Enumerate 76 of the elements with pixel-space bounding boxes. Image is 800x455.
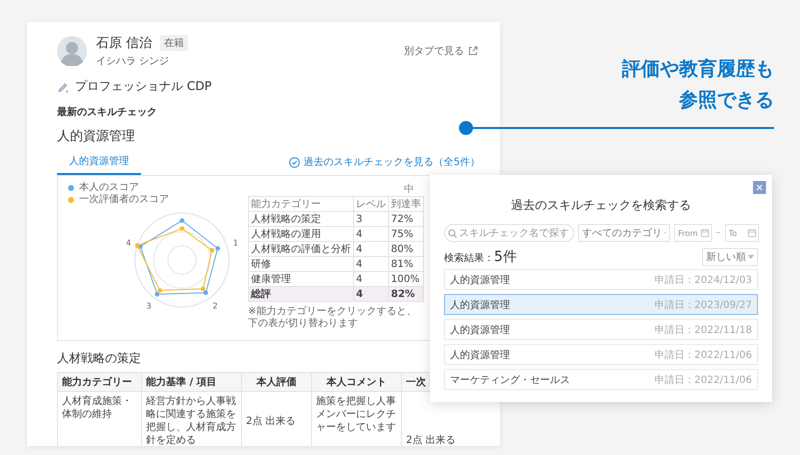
- sort-select[interactable]: 新しい順: [702, 248, 758, 266]
- column-header: 本人コメント: [312, 372, 402, 392]
- table-cell[interactable]: 人材戦略の策定: [248, 212, 354, 226]
- past-checks-link[interactable]: 過去のスキルチェックを見る（全5件）: [288, 155, 480, 169]
- result-name: 人的資源管理: [450, 274, 510, 286]
- result-item[interactable]: マーケティング・セールス 申請日：2022/11/06: [444, 369, 758, 390]
- table-cell[interactable]: 人材戦略の評価と分析: [248, 242, 354, 256]
- employee-name: 石原 信治: [96, 35, 152, 52]
- result-date: 申請日：2022/11/18: [654, 324, 752, 336]
- check-circle-icon: [288, 156, 300, 168]
- avatar-icon: [57, 36, 87, 66]
- detail-title: 人材戦略の策定: [57, 350, 141, 367]
- date-separator: –: [716, 228, 720, 238]
- column-header: 本人評価: [242, 372, 312, 392]
- close-button[interactable]: [753, 181, 766, 194]
- name-reading: イシハラ シンジ: [96, 55, 170, 68]
- results-count: 5件: [494, 248, 517, 266]
- axis-label: 4: [126, 238, 131, 248]
- close-icon: [756, 184, 763, 191]
- table-note: ※能力カテゴリーをクリックすると、下の表が切り替わります: [248, 306, 418, 330]
- result-item[interactable]: 人的資源管理 申請日：2023/09/27: [444, 294, 758, 315]
- pencil-icon: [57, 80, 69, 92]
- table-cell: 82%: [388, 286, 424, 302]
- table-cell: 4: [354, 242, 388, 256]
- legend-label: 一次評価者のスコア: [79, 194, 169, 205]
- section-label: 最新のスキルチェック: [57, 105, 158, 119]
- open-in-tab-link[interactable]: 別タブで見る: [404, 44, 478, 58]
- result-item[interactable]: 人的資源管理 申請日：2022/11/18: [444, 319, 758, 340]
- table-cell: 81%: [388, 256, 424, 272]
- legend-label: 本人のスコア: [79, 182, 139, 193]
- table-cell: 4: [354, 286, 388, 302]
- column-header: 能力カテゴリー: [248, 196, 354, 212]
- modal-title: 過去のスキルチェックを検索する: [510, 197, 692, 214]
- axis-label: 3: [146, 302, 152, 311]
- callout-text: 参照できる: [679, 88, 774, 113]
- column-header: 能力基準 / 項目: [142, 372, 242, 392]
- tab[interactable]: 人的資源管理: [57, 150, 141, 175]
- table-cell: 80%: [388, 242, 424, 256]
- result-date: 申請日：2022/11/06: [654, 374, 752, 386]
- caret-icon: [748, 255, 754, 259]
- result-name: 人的資源管理: [450, 324, 510, 336]
- program-title: プロフェッショナル CDP: [75, 78, 212, 95]
- table-cell[interactable]: 人材戦略の運用: [248, 226, 354, 242]
- callout-text: 評価や教育履歴も: [622, 57, 774, 82]
- category-select[interactable]: すべてのカテゴリ: [578, 224, 670, 242]
- result-date: 申請日：2024/12/03: [654, 274, 752, 286]
- status-badge: 在籍: [160, 35, 188, 51]
- calendar-icon: [701, 229, 709, 237]
- results-label: 検索結果：: [444, 252, 494, 265]
- search-field[interactable]: スキルチェック名で探す: [444, 224, 574, 242]
- table-cell: 人材育成施策・体制の維持: [58, 392, 142, 446]
- table-cell[interactable]: 総評: [248, 286, 354, 302]
- result-date: 申請日：2022/11/06: [654, 348, 752, 362]
- column-header: 到達率: [388, 196, 424, 212]
- calendar-icon: [748, 229, 756, 237]
- table-cell: 4: [354, 256, 388, 272]
- column-header: 能力カテゴリー: [58, 372, 142, 392]
- table-cell: 75%: [388, 226, 424, 242]
- table-cell: 4: [354, 226, 388, 242]
- date-from-field[interactable]: From: [674, 224, 712, 242]
- column-header: レベル: [354, 196, 388, 212]
- axis-label: 1: [233, 238, 238, 248]
- axis-label: 2: [212, 302, 218, 311]
- table-cell[interactable]: 研修: [248, 256, 354, 272]
- result-name: 人的資源管理: [450, 348, 510, 362]
- date-to-field[interactable]: To: [724, 224, 758, 242]
- search-icon: [448, 229, 457, 238]
- result-name: 人的資源管理: [450, 298, 510, 312]
- result-item[interactable]: 人的資源管理 申請日：2022/11/06: [444, 344, 758, 365]
- table-cell: 72%: [388, 212, 424, 226]
- result-item[interactable]: 人的資源管理 申請日：2024/12/03: [444, 269, 758, 290]
- panel-corner-text: 中: [403, 182, 415, 196]
- external-link-icon: [468, 46, 478, 56]
- result-date: 申請日：2023/09/27: [654, 298, 752, 312]
- table-cell: 3: [354, 212, 388, 226]
- skill-check-title: 人的資源管理: [57, 128, 136, 145]
